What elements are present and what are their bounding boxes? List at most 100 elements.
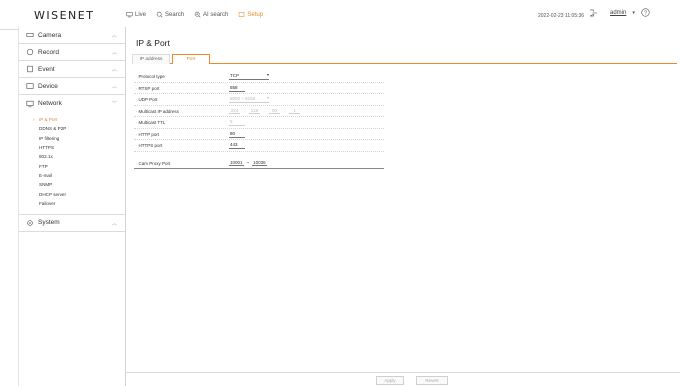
sidebar-subitem-8021x[interactable]: 802.1x <box>19 152 125 161</box>
rtsp-port-input[interactable]: 558 <box>229 85 245 92</box>
row-multicast-ip: Multicast IP address 224. 126. 00. 1 <box>134 106 384 117</box>
ip-octet[interactable]: 224 <box>229 108 240 114</box>
device-icon <box>26 82 34 90</box>
record-icon <box>26 48 34 56</box>
chevron-up-icon: ︿ <box>111 220 117 227</box>
sidebar-item-label: Record <box>38 48 59 56</box>
udp-port-label: UDP Port <box>136 97 158 102</box>
row-rtsp-port: RTSP port 558 <box>134 83 384 94</box>
row-udp-port: UDP Port 8000 ~ 8159 ▾ <box>134 94 384 106</box>
dropdown-arrow-icon: ▾ <box>266 72 269 77</box>
nav-setup-label: Setup <box>247 11 264 18</box>
sidebar-item-label: Device <box>38 82 58 90</box>
row-http-port: HTTP port 80 <box>134 129 384 140</box>
nav-search[interactable]: Search <box>156 11 184 18</box>
https-port-input[interactable]: 443 <box>229 142 245 149</box>
tab-bar: IP address Port <box>132 54 677 64</box>
http-port-label: HTTP port <box>136 132 160 137</box>
row-cam-proxy-port: Cam Proxy Port 10001 ~ 10036 <box>134 158 384 169</box>
udp-port-select[interactable]: 8000 ~ 8159 ▾ <box>229 95 269 103</box>
cam-proxy-port-label: Cam Proxy Port <box>136 161 171 166</box>
user-menu[interactable]: admin <box>610 10 626 16</box>
sidebar-subitem-failover[interactable]: Failover <box>19 199 125 208</box>
range-separator: ~ <box>246 160 250 165</box>
sidebar-item-label: System <box>38 219 60 227</box>
main-panel: IP & Port IP address Port Protocol type … <box>126 27 680 386</box>
cam-proxy-port-from[interactable]: 10001 <box>229 160 244 166</box>
protocol-type-value: TCP <box>230 73 239 78</box>
multicast-ttl-label: Multicast TTL <box>136 120 166 125</box>
sidebar-item-system[interactable]: System ︿ <box>19 215 125 232</box>
footer-bar: Apply Revert <box>126 372 680 386</box>
https-port-label: HTTPS port <box>136 143 163 148</box>
ip-octet[interactable]: 1 <box>289 108 300 114</box>
network-icon <box>26 100 34 108</box>
chevron-up-icon: ︿ <box>111 84 117 90</box>
nav-setup[interactable]: Setup <box>238 11 263 18</box>
sidebar-subitem-ip-port[interactable]: IP & Port <box>19 115 125 124</box>
row-multicast-ttl: Multicast TTL 5 <box>134 117 384 129</box>
gear-icon <box>26 219 34 227</box>
rtsp-port-label: RTSP port <box>136 86 160 91</box>
sidebar-item-label: Camera <box>38 31 62 39</box>
sidebar-item-label: Event <box>38 65 55 73</box>
apply-button[interactable]: Apply <box>376 376 404 385</box>
sidebar-subitem-snmp[interactable]: SNMP <box>19 180 125 189</box>
event-icon <box>26 65 34 73</box>
top-bar: WISENET Live Search AI search Setup 2022… <box>0 0 680 30</box>
nav-ai-search-label: AI search <box>203 11 229 18</box>
sidebar-item-record[interactable]: Record ︿ <box>19 44 125 61</box>
nav-ai-search[interactable]: AI search <box>194 11 228 18</box>
camera-icon <box>26 31 34 39</box>
top-nav: Live Search AI search Setup <box>126 11 263 18</box>
ip-octet[interactable]: 00 <box>269 108 280 114</box>
user-area: admin ▾ ? <box>589 8 650 17</box>
svg-text:?: ? <box>644 10 647 16</box>
brand-logo: WISENET <box>34 9 95 22</box>
chevron-up-icon: ︿ <box>111 50 117 56</box>
protocol-type-select[interactable]: TCP ▾ <box>229 72 269 80</box>
multicast-ip-input[interactable]: 224. 126. 00. 1 <box>229 108 300 114</box>
protocol-type-label: Protocol type <box>136 74 165 79</box>
tab-port[interactable]: Port <box>172 54 210 64</box>
multicast-ttl-input[interactable]: 5 <box>229 119 245 126</box>
port-form: Protocol type TCP ▾ RTSP port 558 UDP Por… <box>134 71 384 169</box>
page-title: IP & Port <box>136 38 170 48</box>
help-icon[interactable]: ? <box>641 8 650 17</box>
cam-proxy-port-to[interactable]: 10036 <box>252 160 267 166</box>
chevron-up-icon: ︿ <box>111 33 117 39</box>
revert-button[interactable]: Revert <box>416 376 448 385</box>
row-protocol-type: Protocol type TCP ▾ <box>134 71 384 83</box>
multicast-ip-label: Multicast IP address <box>136 109 179 114</box>
sidebar-subitem-dhcp-server[interactable]: DHCP server <box>19 189 125 198</box>
sidebar: Camera ︿ Record ︿ Event ︿ Device ︿ Netwo… <box>18 27 126 386</box>
dropdown-arrow-icon: ▾ <box>266 95 269 100</box>
setup-icon <box>239 12 245 17</box>
cam-proxy-port-range: 10001 ~ 10036 <box>229 160 267 166</box>
sidebar-subitem-ip-filtering[interactable]: IP filtering <box>19 134 125 143</box>
current-datetime: 2022-02-23 11:05:36 <box>538 13 585 19</box>
sidebar-item-event[interactable]: Event ︿ <box>19 61 125 78</box>
sidebar-item-network[interactable]: Network ﹀ <box>19 95 125 112</box>
tab-ip-address[interactable]: IP address <box>132 54 170 64</box>
chevron-down-icon: ﹀ <box>111 101 117 107</box>
sidebar-subitem-https[interactable]: HTTPS <box>19 143 125 152</box>
nav-search-label: Search <box>165 11 185 18</box>
chevron-down-icon[interactable]: ▾ <box>632 10 635 16</box>
sidebar-subitem-email[interactable]: E-mail <box>19 171 125 180</box>
chevron-up-icon: ︿ <box>111 67 117 73</box>
sidebar-subitem-ftp[interactable]: FTP <box>19 161 125 170</box>
sidebar-item-label: Network <box>38 100 62 107</box>
monitor-icon <box>126 12 133 18</box>
logout-icon[interactable] <box>589 9 598 17</box>
udp-port-value: 8000 ~ 8159 <box>230 96 256 101</box>
network-submenu: IP & Port DDNS & P2P IP filtering HTTPS … <box>19 112 125 215</box>
http-port-input[interactable]: 80 <box>229 131 245 138</box>
nav-live-label: Live <box>135 11 147 18</box>
sidebar-subitem-ddns-p2p[interactable]: DDNS & P2P <box>19 124 125 133</box>
ip-octet[interactable]: 126 <box>249 108 260 114</box>
nav-live[interactable]: Live <box>126 11 146 18</box>
ai-search-icon <box>194 11 201 18</box>
sidebar-item-device[interactable]: Device ︿ <box>19 78 125 95</box>
sidebar-item-camera[interactable]: Camera ︿ <box>19 27 125 44</box>
